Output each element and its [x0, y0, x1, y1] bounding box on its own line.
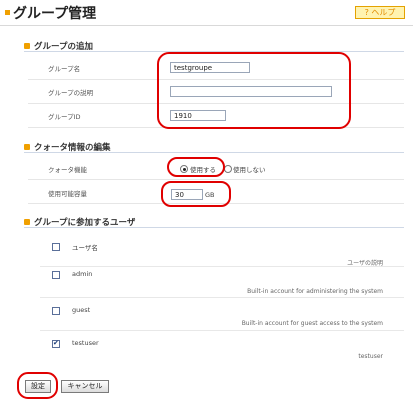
- group-name-input[interactable]: [170, 62, 250, 73]
- group-name-label: グループ名: [48, 65, 81, 73]
- user-name-guest: guest: [72, 306, 91, 314]
- section-quota: クォータ情報の編集: [24, 141, 404, 153]
- select-all-checkbox[interactable]: [52, 243, 60, 251]
- section-bullet-icon: [24, 144, 30, 150]
- section-members: グループに参加するユーザ: [24, 216, 404, 228]
- quota-use-radio[interactable]: [180, 165, 188, 173]
- section-bullet-icon: [24, 219, 30, 225]
- save-button[interactable]: 設定: [25, 380, 51, 393]
- title-bullet-icon: [5, 10, 10, 15]
- row-divider: [40, 297, 404, 298]
- user-checkbox-guest[interactable]: [52, 307, 60, 315]
- header-divider: [0, 25, 413, 26]
- user-name-admin: admin: [72, 270, 93, 278]
- help-button[interactable]: ? ヘルプ: [355, 6, 405, 19]
- user-description-testuser: testuser: [358, 353, 383, 360]
- quota-capacity-label: 使用可能容量: [48, 190, 87, 198]
- section-add-group: グループの追加: [24, 40, 404, 52]
- cancel-button[interactable]: キャンセル: [61, 380, 109, 393]
- column-header-user-name: ユーザ名: [72, 244, 98, 252]
- user-description-admin: Built-in account for administering the s…: [247, 288, 383, 295]
- quota-capacity-row: 使用可能容量: [28, 180, 404, 204]
- group-id-input[interactable]: [170, 110, 226, 121]
- user-description-guest: Built-in account for guest access to the…: [241, 320, 383, 327]
- quota-no-use-label[interactable]: 使用しない: [233, 164, 266, 174]
- quota-capacity-input[interactable]: [171, 189, 203, 200]
- page-header: グループ管理 ? ヘルプ: [0, 0, 413, 26]
- page-title: グループ管理: [13, 6, 97, 22]
- quota-function-row: クォータ機能: [28, 156, 404, 180]
- quota-use-label[interactable]: 使用する: [190, 164, 216, 174]
- section-title: グループに参加するユーザ: [34, 218, 136, 228]
- group-description-label: グループの説明: [48, 89, 94, 97]
- section-bullet-icon: [24, 43, 30, 49]
- section-title: グループの追加: [34, 42, 93, 52]
- quota-unit-label: GB: [205, 191, 215, 199]
- group-description-input[interactable]: [170, 86, 332, 97]
- user-name-testuser: testuser: [72, 339, 99, 347]
- row-divider: [40, 266, 404, 267]
- quota-function-label: クォータ機能: [48, 166, 87, 174]
- user-checkbox-testuser[interactable]: [52, 339, 60, 348]
- row-divider: [40, 330, 404, 331]
- user-checkbox-admin[interactable]: [52, 271, 60, 279]
- section-title: クォータ情報の編集: [34, 143, 111, 153]
- quota-no-use-radio[interactable]: [224, 165, 232, 173]
- group-id-label: グループID: [48, 113, 81, 121]
